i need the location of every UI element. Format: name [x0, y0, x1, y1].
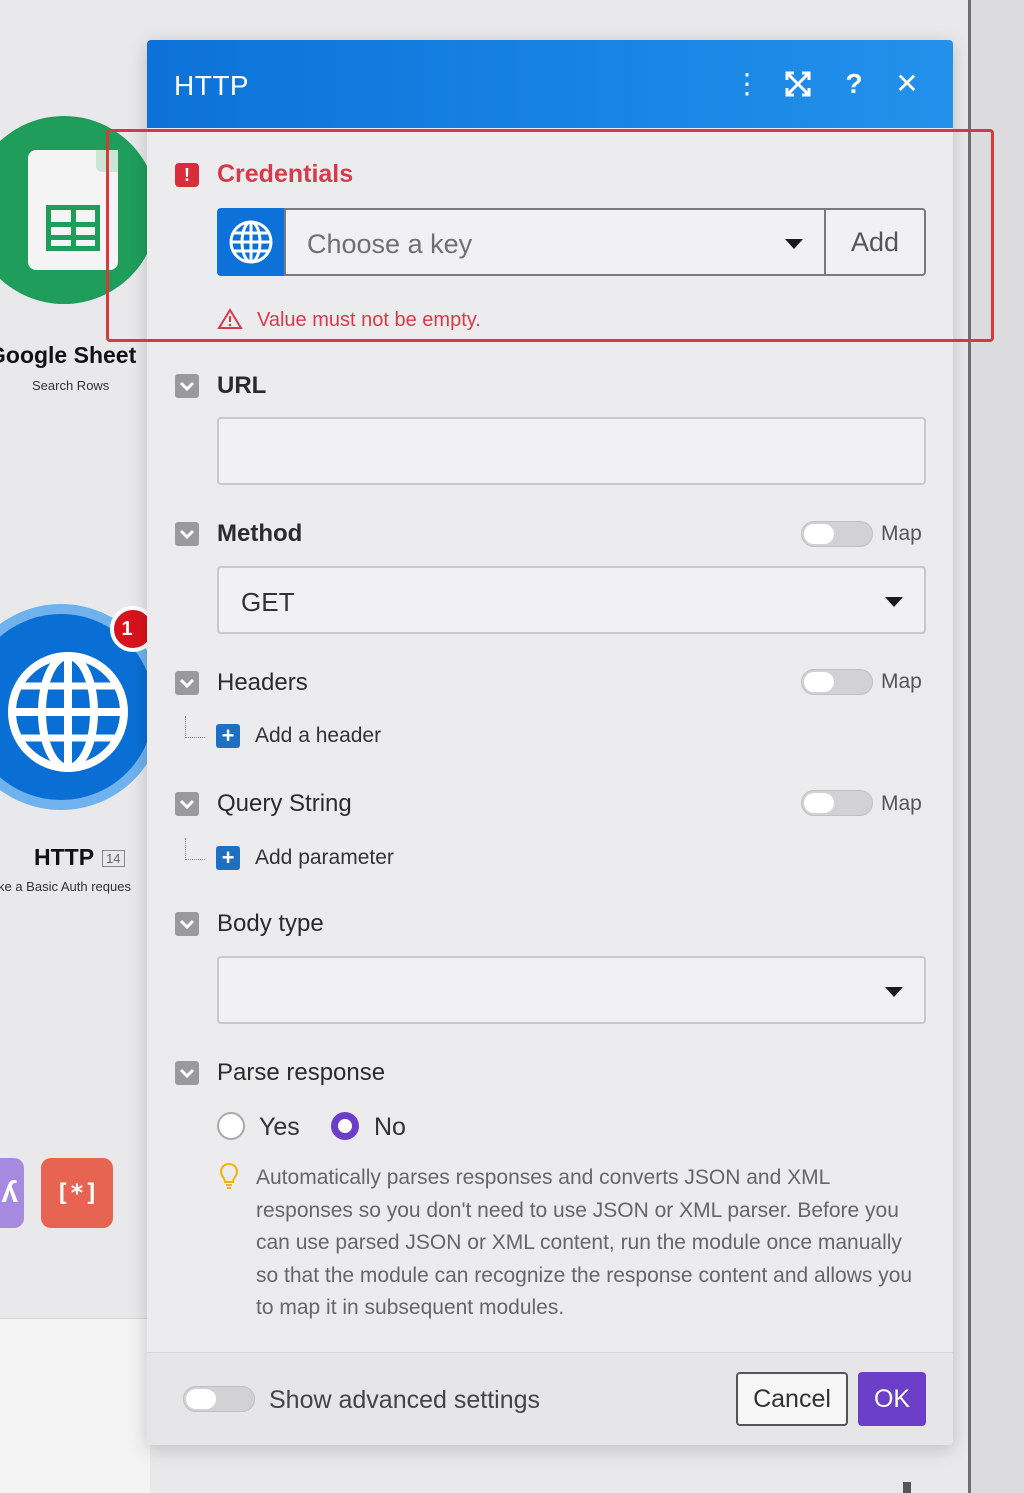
error-text: Value must not be empty. — [257, 309, 481, 331]
body-type-select[interactable] — [217, 956, 926, 1024]
http-module-subtitle: ke a Basic Auth reques — [0, 879, 131, 894]
module-id-tag: 14 — [102, 850, 125, 868]
array-module-tile[interactable]: [*] — [41, 1158, 113, 1228]
method-label: Method — [217, 520, 303, 547]
globe-icon — [8, 652, 128, 772]
parse-response-hint: Automatically parses responses and conve… — [256, 1166, 913, 1319]
scroll-indicator — [903, 1482, 911, 1493]
add-parameter-plus-icon[interactable]: + — [216, 846, 240, 870]
key-select-placeholder: Choose a key — [307, 229, 473, 259]
body-type-collapse-icon[interactable] — [175, 912, 199, 936]
sheets-module-title: Google Sheet — [0, 342, 137, 368]
cancel-button[interactable]: Cancel — [736, 1372, 848, 1426]
chevron-down-icon — [785, 239, 803, 249]
expand-icon[interactable] — [782, 68, 814, 100]
method-select[interactable]: GET — [217, 566, 926, 634]
add-credential-button[interactable]: Add — [824, 208, 926, 276]
dialog-header: HTTP ⋮ ? ✕ — [147, 40, 953, 128]
tools-module-tile[interactable]: ʎ — [0, 1158, 24, 1228]
headers-map-label: Map — [881, 670, 922, 693]
canvas-scrollbar[interactable] — [968, 0, 1024, 1493]
yes-option-label: Yes — [259, 1113, 300, 1141]
advanced-settings-label: Show advanced settings — [269, 1386, 541, 1414]
add-parameter-link[interactable]: Add parameter — [255, 846, 394, 870]
credentials-label: Credentials — [217, 160, 354, 188]
parse-response-collapse-icon[interactable] — [175, 1061, 199, 1085]
query-string-map-toggle[interactable] — [801, 790, 873, 816]
headers-collapse-icon[interactable] — [175, 671, 199, 695]
chevron-down-icon — [885, 987, 903, 997]
http-module-title: HTTP 14 — [34, 844, 125, 871]
http-module-dialog: HTTP ⋮ ? ✕ ! Credentials Choose a key Ad… — [147, 40, 953, 1445]
error-icon: ! — [175, 163, 199, 187]
url-input[interactable] — [217, 417, 926, 485]
method-map-toggle[interactable] — [801, 521, 873, 547]
credentials-key-select[interactable]: Choose a key — [284, 208, 825, 276]
dialog-title: HTTP — [174, 70, 250, 101]
add-header-plus-icon[interactable]: + — [216, 724, 240, 748]
lightbulb-icon — [219, 1162, 239, 1189]
sheets-module-subtitle: Search Rows — [32, 378, 110, 393]
query-string-collapse-icon[interactable] — [175, 792, 199, 816]
ok-button[interactable]: OK — [858, 1372, 926, 1426]
method-map-label: Map — [881, 522, 922, 545]
query-string-map-label: Map — [881, 792, 922, 815]
help-icon[interactable]: ? — [838, 68, 870, 100]
tree-connector — [185, 716, 205, 738]
method-collapse-icon[interactable] — [175, 522, 199, 546]
parse-response-no-radio[interactable] — [331, 1112, 359, 1140]
url-label: URL — [217, 372, 267, 399]
headers-map-toggle[interactable] — [801, 669, 873, 695]
method-value: GET — [241, 587, 295, 617]
more-vertical-icon[interactable]: ⋮ — [731, 68, 763, 100]
no-option-label: No — [374, 1113, 406, 1141]
add-header-link[interactable]: Add a header — [255, 724, 381, 748]
headers-label: Headers — [217, 669, 308, 696]
close-icon[interactable]: ✕ — [891, 68, 923, 100]
canvas-area — [0, 1318, 150, 1493]
url-collapse-icon[interactable] — [175, 374, 199, 398]
parse-response-label: Parse response — [217, 1059, 386, 1086]
http-module-title-text: HTTP — [34, 844, 95, 870]
chevron-down-icon — [885, 597, 903, 607]
body-type-label: Body type — [217, 910, 324, 937]
tree-connector — [185, 838, 205, 860]
credentials-globe-icon — [217, 208, 285, 276]
query-string-label: Query String — [217, 790, 352, 817]
sheets-grid-icon — [46, 205, 100, 251]
advanced-settings-toggle[interactable] — [183, 1386, 255, 1412]
warning-icon — [217, 308, 243, 329]
parse-response-yes-radio[interactable] — [217, 1112, 245, 1140]
